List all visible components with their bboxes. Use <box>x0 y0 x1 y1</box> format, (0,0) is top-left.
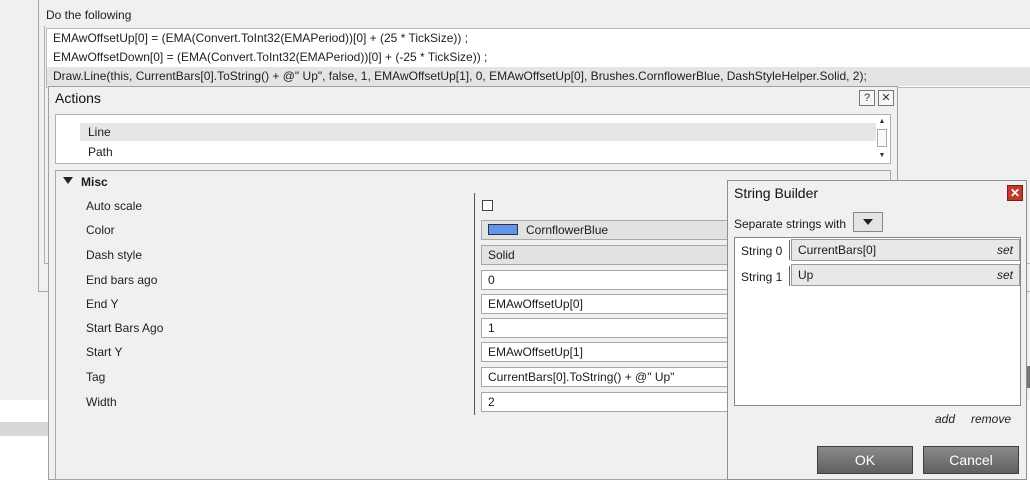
close-icon[interactable]: ✕ <box>1007 185 1023 201</box>
scrollbar[interactable]: ▲ ▼ <box>876 117 888 161</box>
code-list[interactable]: EMAwOffsetUp[0] = (EMA(Convert.ToInt32(E… <box>46 28 1030 88</box>
string-builder-dialog: String Builder ✕ Separate strings with S… <box>727 180 1027 480</box>
chevron-down-icon <box>863 219 873 225</box>
row-divider <box>789 266 790 286</box>
prop-label-color: Color <box>86 223 115 237</box>
cancel-button[interactable]: Cancel <box>923 446 1019 474</box>
code-line-selected[interactable]: Draw.Line(this, CurrentBars[0].ToString(… <box>47 67 1030 86</box>
string-value: Up <box>798 268 814 282</box>
prop-label-start-bars-ago: Start Bars Ago <box>86 321 164 335</box>
close-icon[interactable]: ✕ <box>878 90 894 106</box>
scroll-down-icon[interactable]: ▼ <box>876 151 888 161</box>
prop-label-start-y: Start Y <box>86 345 123 359</box>
row-divider <box>789 240 790 260</box>
prop-label-width: Width <box>86 395 117 409</box>
scroll-thumb[interactable] <box>877 129 887 147</box>
code-line[interactable]: EMAwOffsetUp[0] = (EMA(Convert.ToInt32(E… <box>53 29 468 48</box>
string-label: String 0 <box>741 244 783 258</box>
set-link[interactable]: set <box>997 265 1013 285</box>
list-item-path[interactable]: Path <box>80 143 876 161</box>
string-label: String 1 <box>741 270 783 284</box>
ok-button[interactable]: OK <box>817 446 913 474</box>
column-divider[interactable] <box>474 193 475 415</box>
color-swatch <box>488 224 518 235</box>
separator-dropdown[interactable] <box>853 212 883 232</box>
set-link[interactable]: set <box>997 240 1013 260</box>
help-icon[interactable]: ? <box>859 90 875 106</box>
string-value-field[interactable]: Up set <box>791 264 1020 286</box>
color-value: CornflowerBlue <box>526 223 609 237</box>
list-item-line[interactable]: Line <box>80 123 876 141</box>
prop-label-auto-scale: Auto scale <box>86 199 143 213</box>
category-label: Misc <box>81 175 108 189</box>
prop-label-end-bars-ago: End bars ago <box>86 273 158 287</box>
string-value-field[interactable]: CurrentBars[0] set <box>791 239 1020 261</box>
string-list: String 0 CurrentBars[0] set String 1 Up se… <box>734 237 1021 406</box>
section-label: Do the following <box>46 8 132 22</box>
prop-label-dash-style: Dash style <box>86 248 143 262</box>
dialog-title: String Builder <box>734 185 819 201</box>
auto-scale-checkbox[interactable] <box>482 200 493 211</box>
prop-label-tag: Tag <box>86 370 106 384</box>
add-link[interactable]: add <box>935 412 955 426</box>
collapse-triangle-icon[interactable] <box>63 177 73 184</box>
separator-label: Separate strings with <box>734 217 847 231</box>
code-line[interactable]: EMAwOffsetDown[0] = (EMA(Convert.ToInt32… <box>53 48 487 67</box>
dialog-title: Actions <box>55 90 101 106</box>
scroll-up-icon[interactable]: ▲ <box>876 117 888 127</box>
remove-link[interactable]: remove <box>971 412 1011 426</box>
action-list: Line Path ▲ ▼ <box>55 114 891 164</box>
prop-label-end-y: End Y <box>86 297 119 311</box>
string-value: CurrentBars[0] <box>798 243 877 257</box>
